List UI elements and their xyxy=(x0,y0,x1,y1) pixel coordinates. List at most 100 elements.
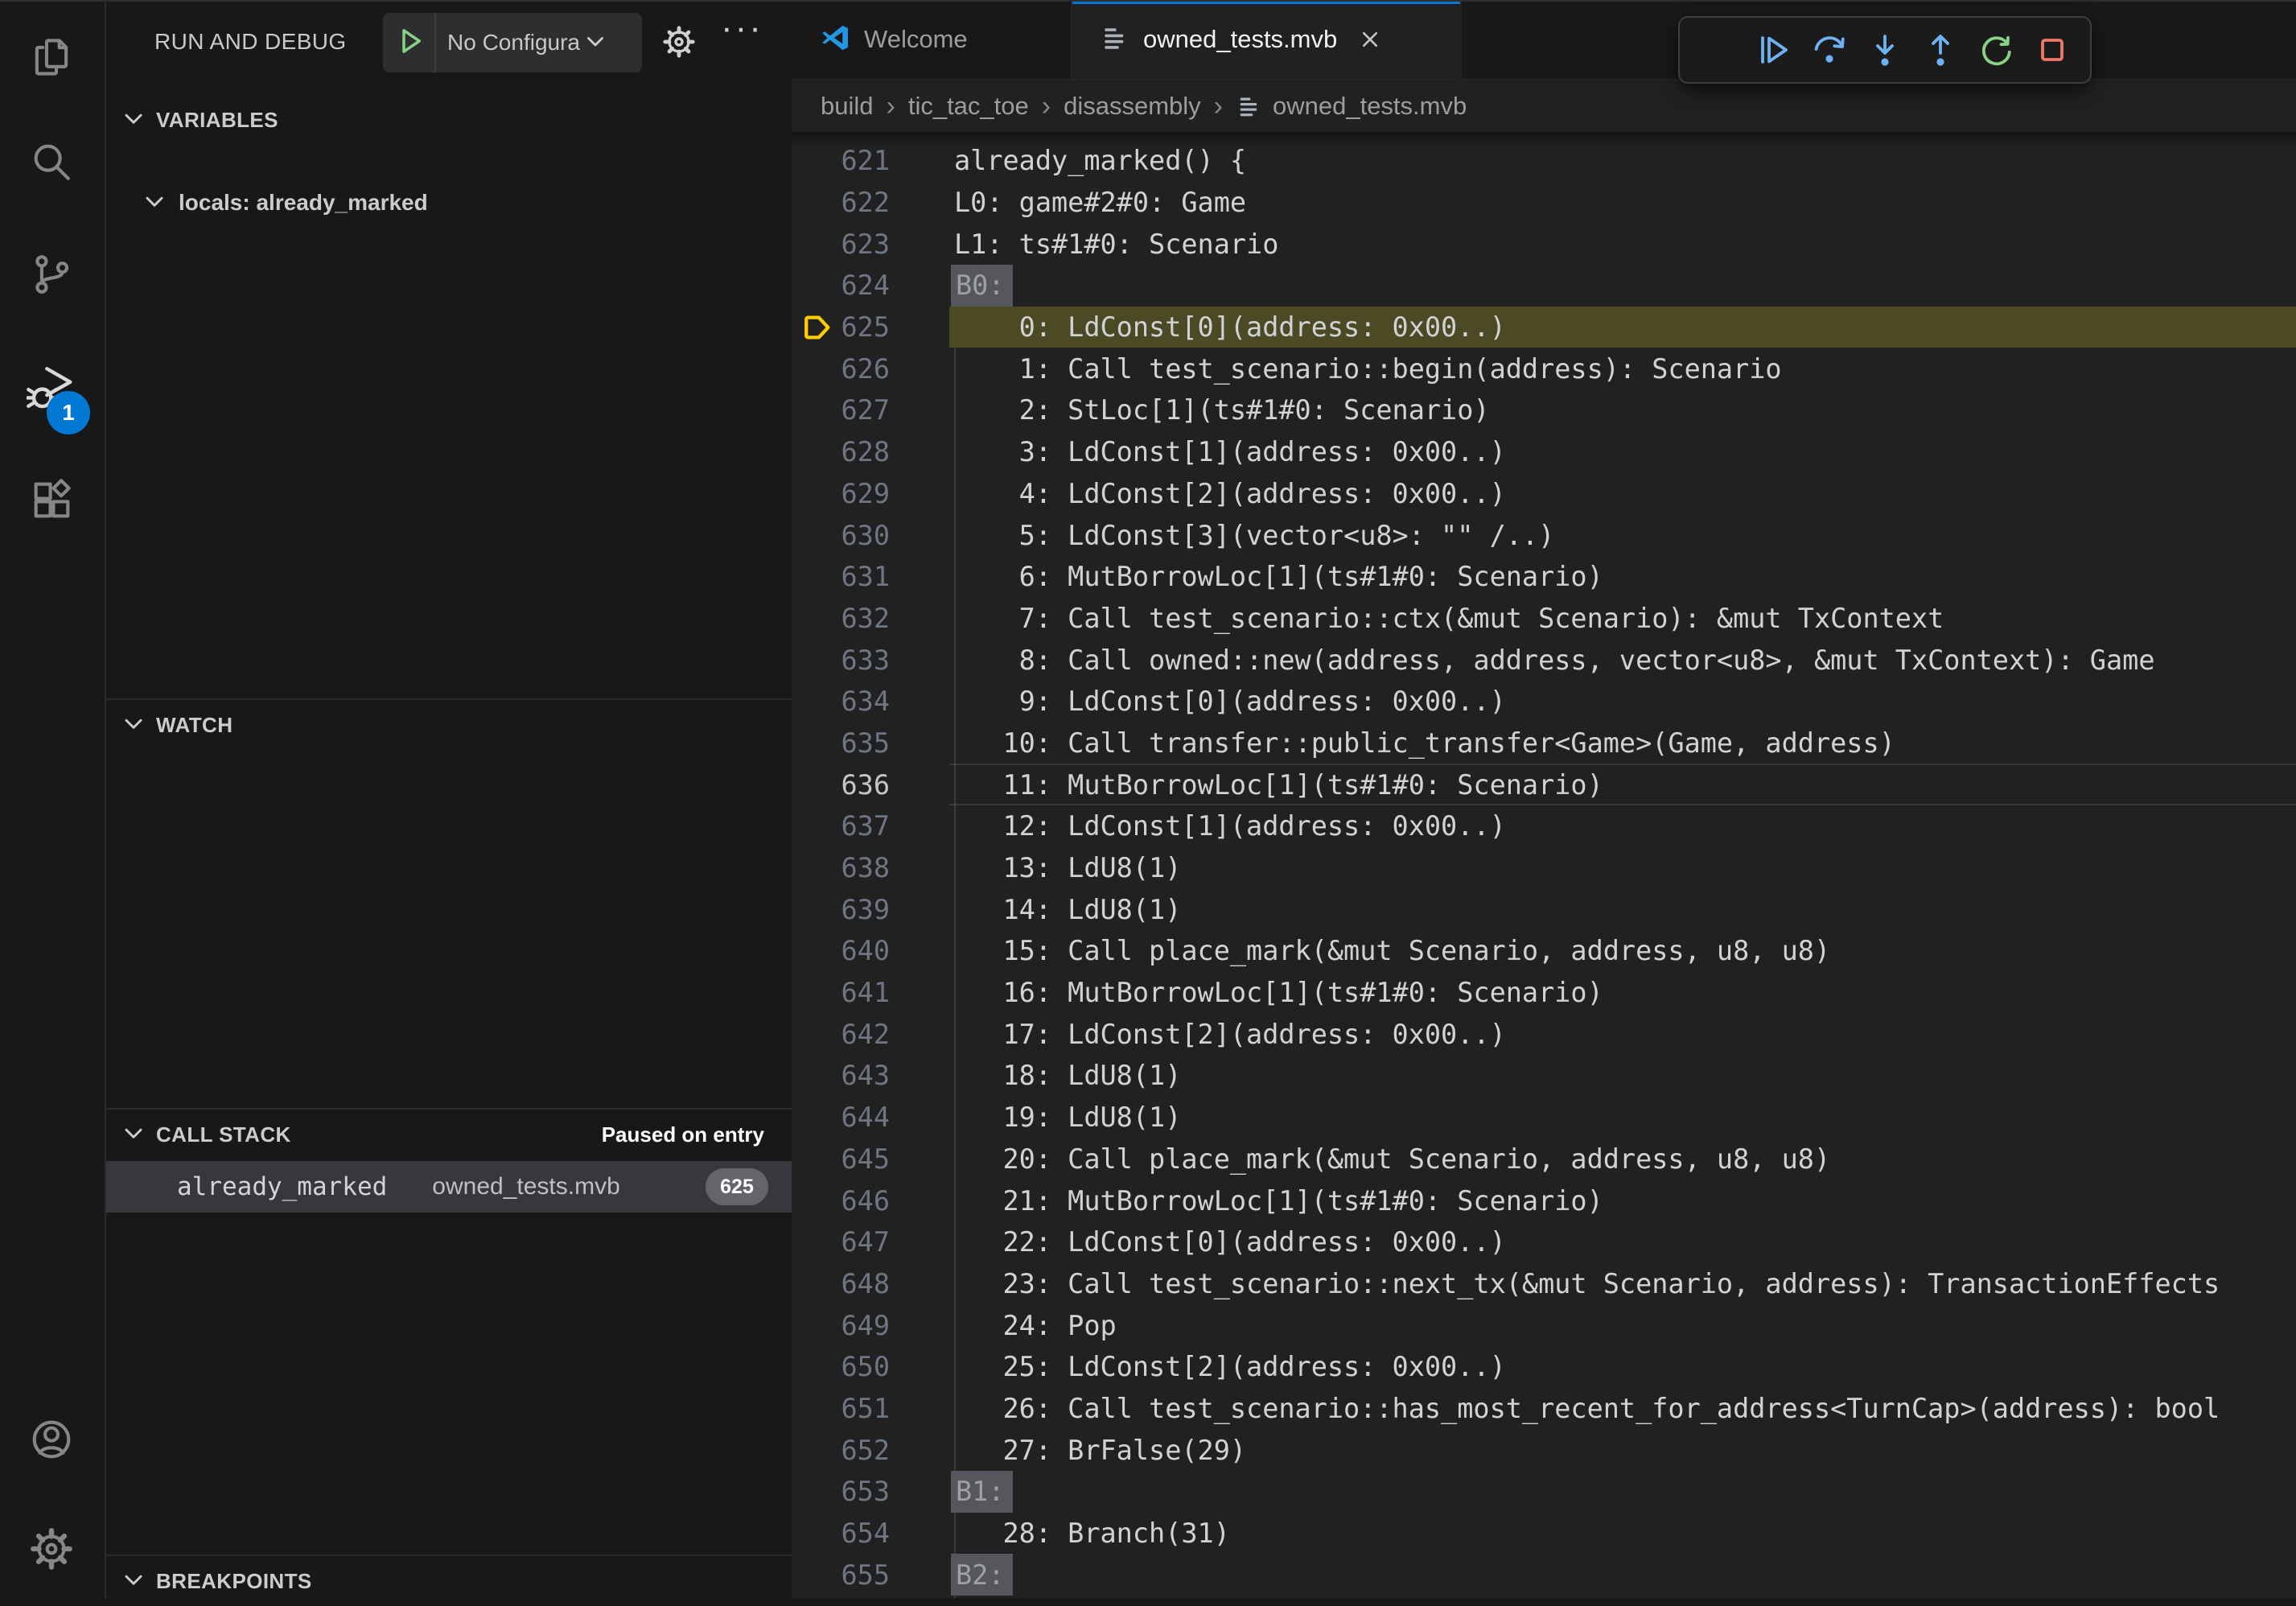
debug-start-icon[interactable] xyxy=(393,24,426,62)
code-line-653[interactable]: 653B1: xyxy=(792,1471,2296,1513)
gutter[interactable]: 638 xyxy=(792,847,949,889)
code-line-629[interactable]: 629 4: LdConst[2](address: 0x00..) xyxy=(792,473,2296,515)
code-line-646[interactable]: 646 21: MutBorrowLoc[1](ts#1#0: Scenario… xyxy=(792,1180,2296,1221)
gutter[interactable]: 637 xyxy=(792,805,949,847)
gutter[interactable]: 640 xyxy=(792,930,949,972)
gutter[interactable]: 633 xyxy=(792,639,949,681)
code-line-632[interactable]: 632 7: Call test_scenario::ctx(&mut Scen… xyxy=(792,598,2296,640)
step-over-button[interactable] xyxy=(1808,28,1851,72)
locals-scope-row[interactable]: locals: already_marked xyxy=(106,179,792,227)
sidebar-item-explorer[interactable] xyxy=(0,14,103,103)
call-stack-section-header[interactable]: CALL STACK Paused on entry xyxy=(106,1110,792,1159)
code-line-631[interactable]: 631 6: MutBorrowLoc[1](ts#1#0: Scenario) xyxy=(792,556,2296,598)
gutter[interactable]: 631 xyxy=(792,556,949,598)
stop-button[interactable] xyxy=(2031,28,2074,72)
code-line-636[interactable]: 636 11: MutBorrowLoc[1](ts#1#0: Scenario… xyxy=(792,764,2296,805)
gutter[interactable]: 628 xyxy=(792,431,949,473)
code-line-627[interactable]: 627 2: StLoc[1](ts#1#0: Scenario) xyxy=(792,389,2296,431)
code-line-626[interactable]: 626 1: Call test_scenario::begin(address… xyxy=(792,348,2296,389)
gutter[interactable]: 650 xyxy=(792,1346,949,1388)
gutter[interactable]: 634 xyxy=(792,681,949,723)
breakpoints-section-header[interactable]: BREAKPOINTS xyxy=(106,1556,792,1606)
code-line-622[interactable]: 622L0: game#2#0: Game xyxy=(792,182,2296,224)
code-line-638[interactable]: 638 13: LdU8(1) xyxy=(792,847,2296,889)
code-line-635[interactable]: 635 10: Call transfer::public_transfer<G… xyxy=(792,723,2296,764)
code-line-645[interactable]: 645 20: Call place_mark(&mut Scenario, a… xyxy=(792,1139,2296,1180)
call-stack-frame-row[interactable]: already_marked owned_tests.mvb 625 xyxy=(106,1161,792,1213)
code-line-630[interactable]: 630 5: LdConst[3](vector<u8>: "" /..) xyxy=(792,514,2296,556)
code-line-628[interactable]: 628 3: LdConst[1](address: 0x00..) xyxy=(792,431,2296,473)
breadcrumb-item-disassembly[interactable]: disassembly xyxy=(1064,92,1201,121)
account-button[interactable] xyxy=(0,1397,103,1485)
gutter[interactable]: 623 xyxy=(792,223,949,265)
more-actions-icon[interactable]: ··· xyxy=(721,8,763,48)
code-line-647[interactable]: 647 22: LdConst[0](address: 0x00..) xyxy=(792,1221,2296,1263)
gutter[interactable]: 646 xyxy=(792,1180,949,1221)
gutter[interactable]: 635 xyxy=(792,723,949,764)
tab-welcome[interactable]: Welcome xyxy=(792,0,1072,79)
close-icon[interactable] xyxy=(1356,26,1384,53)
code-line-655[interactable]: 655B2: xyxy=(792,1554,2296,1596)
sidebar-item-search[interactable] xyxy=(0,119,103,208)
gutter[interactable]: 636 xyxy=(792,764,949,805)
debug-toolbar[interactable] xyxy=(1678,16,2092,84)
code-line-641[interactable]: 641 16: MutBorrowLoc[1](ts#1#0: Scenario… xyxy=(792,972,2296,1014)
code-line-642[interactable]: 642 17: LdConst[2](address: 0x00..) xyxy=(792,1013,2296,1055)
code-line-640[interactable]: 640 15: Call place_mark(&mut Scenario, a… xyxy=(792,930,2296,972)
breadcrumb-item-build[interactable]: build xyxy=(821,92,874,121)
gutter[interactable]: 629 xyxy=(792,473,949,515)
gutter[interactable]: 654 xyxy=(792,1513,949,1555)
gutter[interactable]: 652 xyxy=(792,1429,949,1471)
code-line-624[interactable]: 624B0: xyxy=(792,265,2296,307)
gutter[interactable]: 647 xyxy=(792,1221,949,1263)
gutter[interactable]: 632 xyxy=(792,598,949,640)
gutter[interactable]: 648 xyxy=(792,1263,949,1305)
breadcrumb-item-tic-tac-toe[interactable]: tic_tac_toe xyxy=(908,92,1029,121)
launch-configuration-dropdown[interactable]: No Configura xyxy=(383,13,642,72)
gutter[interactable]: 645 xyxy=(792,1139,949,1180)
code-line-644[interactable]: 644 19: LdU8(1) xyxy=(792,1097,2296,1139)
code-line-625[interactable]: 625 0: LdConst[0](address: 0x00..) xyxy=(792,307,2296,348)
step-out-button[interactable] xyxy=(1919,28,1962,72)
code-line-650[interactable]: 650 25: LdConst[2](address: 0x00..) xyxy=(792,1346,2296,1388)
variables-section-header[interactable]: VARIABLES xyxy=(106,95,792,145)
code-line-633[interactable]: 633 8: Call owned::new(address, address,… xyxy=(792,639,2296,681)
sidebar-item-source-control[interactable] xyxy=(0,232,103,320)
sidebar-item-extensions[interactable] xyxy=(0,457,103,546)
gutter[interactable]: 625 xyxy=(792,307,949,348)
breadcrumb-item-file[interactable]: owned_tests.mvb xyxy=(1273,92,1467,121)
code-line-637[interactable]: 637 12: LdConst[1](address: 0x00..) xyxy=(792,805,2296,847)
gutter[interactable]: 626 xyxy=(792,348,949,389)
tab-owned-tests[interactable]: owned_tests.mvb xyxy=(1072,0,1462,79)
gutter[interactable]: 651 xyxy=(792,1388,949,1430)
gutter[interactable]: 639 xyxy=(792,888,949,930)
gutter[interactable]: 624 xyxy=(792,265,949,307)
gutter[interactable]: 655 xyxy=(792,1554,949,1596)
gutter[interactable]: 644 xyxy=(792,1097,949,1139)
gutter[interactable]: 630 xyxy=(792,514,949,556)
code-line-649[interactable]: 649 24: Pop xyxy=(792,1304,2296,1346)
code-line-634[interactable]: 634 9: LdConst[0](address: 0x00..) xyxy=(792,681,2296,723)
gutter[interactable]: 627 xyxy=(792,389,949,431)
debug-settings-gear-icon[interactable] xyxy=(660,23,698,65)
gutter[interactable]: 649 xyxy=(792,1304,949,1346)
gutter[interactable]: 653 xyxy=(792,1471,949,1513)
restart-button[interactable] xyxy=(1975,28,2018,72)
code-line-648[interactable]: 648 23: Call test_scenario::next_tx(&mut… xyxy=(792,1263,2296,1305)
gutter[interactable]: 642 xyxy=(792,1013,949,1055)
code-line-643[interactable]: 643 18: LdU8(1) xyxy=(792,1055,2296,1097)
code-text: 11: MutBorrowLoc[1](ts#1#0: Scenario) xyxy=(949,769,1603,801)
watch-section-header[interactable]: WATCH xyxy=(106,700,792,750)
toolbar-drag-handle[interactable] xyxy=(1696,28,1739,72)
code-line-652[interactable]: 652 27: BrFalse(29) xyxy=(792,1429,2296,1471)
code-line-651[interactable]: 651 26: Call test_scenario::has_most_rec… xyxy=(792,1388,2296,1430)
continue-button[interactable] xyxy=(1751,28,1795,72)
code-line-654[interactable]: 654 28: Branch(31) xyxy=(792,1513,2296,1555)
gutter[interactable]: 643 xyxy=(792,1055,949,1097)
step-into-button[interactable] xyxy=(1863,28,1907,72)
gutter[interactable]: 641 xyxy=(792,972,949,1014)
code-line-639[interactable]: 639 14: LdU8(1) xyxy=(792,888,2296,930)
gutter[interactable]: 622 xyxy=(792,182,949,224)
manage-button[interactable] xyxy=(0,1506,103,1595)
code-line-623[interactable]: 623L1: ts#1#0: Scenario xyxy=(792,223,2296,265)
